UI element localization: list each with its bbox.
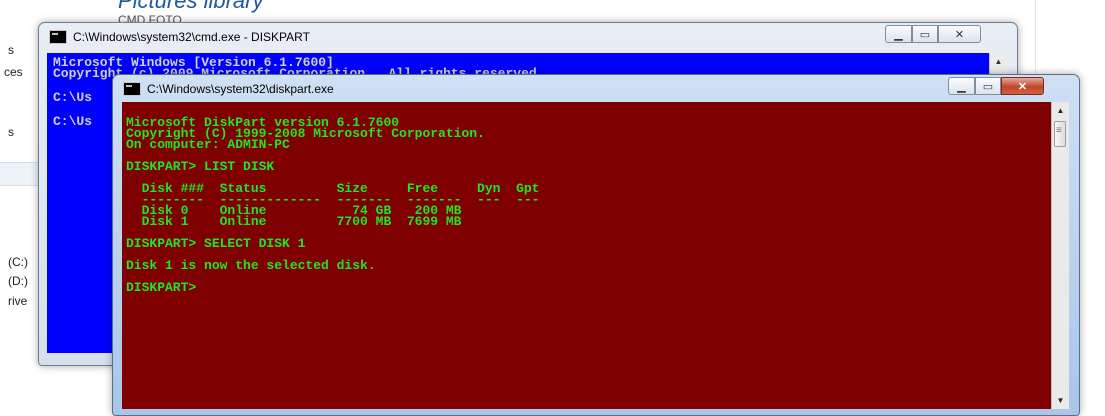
console-command-line: DISKPART> SELECT DISK 1 — [126, 236, 306, 251]
cmd-caption-buttons: ▁ ▭ ✕ — [885, 25, 981, 43]
sidebar-fragment[interactable]: ces — [4, 65, 23, 79]
maximize-button[interactable]: ▭ — [912, 25, 938, 43]
console-app-icon[interactable] — [123, 82, 141, 96]
maximize-icon: ▭ — [919, 28, 931, 41]
diskpart-window-title: C:\Windows\system32\diskpart.exe — [147, 82, 334, 96]
close-icon: ✕ — [954, 28, 965, 41]
close-button[interactable]: ✕ — [938, 25, 981, 43]
console-app-icon[interactable] — [49, 30, 67, 44]
close-icon: ✕ — [1017, 80, 1028, 93]
sidebar-fragment[interactable]: s — [8, 125, 14, 139]
disk-table-row: Disk 1 Online 7700 MB 7699 MB — [126, 214, 462, 229]
minimize-button[interactable]: ▁ — [885, 25, 912, 43]
diskpart-console-area[interactable]: Microsoft DiskPart version 6.1.7600 Copy… — [122, 102, 1069, 409]
diskpart-caption-buttons: ▁ ▭ ✕ — [948, 77, 1044, 95]
scroll-up-icon[interactable]: ▲ — [990, 53, 1007, 70]
library-heading: Pictures library — [118, 0, 264, 13]
diskpart-scrollbar[interactable]: ▲ ▼ — [1051, 102, 1069, 409]
console-line: C:\Us — [53, 114, 93, 129]
maximize-icon: ▭ — [982, 80, 994, 93]
scrollbar-thumb[interactable] — [1054, 121, 1066, 147]
drive-fragment[interactable]: rive — [8, 294, 27, 308]
diskpart-console-output: Microsoft DiskPart version 6.1.7600 Copy… — [126, 116, 539, 294]
sidebar-separator — [0, 162, 38, 186]
console-prompt[interactable]: DISKPART> — [126, 281, 539, 294]
drive-d-fragment[interactable]: (D:) — [8, 274, 28, 288]
minimize-icon: ▁ — [894, 28, 903, 41]
drive-c-fragment[interactable]: (C:) — [8, 255, 28, 269]
console-status-line: Disk 1 is now the selected disk. — [126, 258, 376, 273]
diskpart-title-bar[interactable]: C:\Windows\system32\diskpart.exe — [113, 75, 1079, 103]
diskpart-window[interactable]: C:\Windows\system32\diskpart.exe ▁ ▭ ✕ M… — [112, 74, 1080, 416]
console-command-line: DISKPART> LIST DISK — [126, 159, 275, 174]
console-line: C:\Us — [53, 90, 93, 105]
scroll-up-icon[interactable]: ▲ — [1052, 102, 1069, 119]
minimize-button[interactable]: ▁ — [948, 77, 975, 95]
sidebar-fragment[interactable]: s — [8, 43, 14, 57]
scroll-down-icon[interactable]: ▼ — [1052, 392, 1069, 409]
maximize-button[interactable]: ▭ — [975, 77, 1001, 95]
cmd-window-title: C:\Windows\system32\cmd.exe - DISKPART — [73, 30, 310, 44]
minimize-icon: ▁ — [957, 80, 966, 93]
close-button[interactable]: ✕ — [1001, 77, 1044, 95]
cmd-title-bar[interactable]: C:\Windows\system32\cmd.exe - DISKPART — [39, 23, 1017, 51]
